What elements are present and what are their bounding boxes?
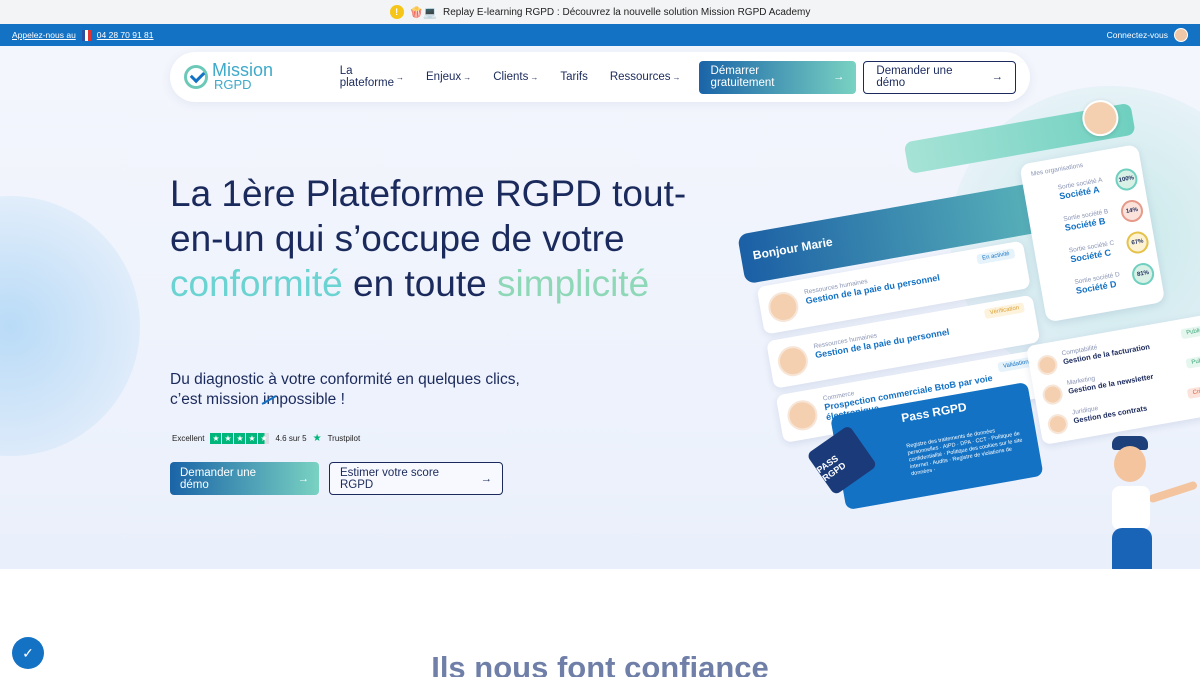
nav-item-enjeux[interactable]: Enjeux → bbox=[426, 71, 471, 83]
contact-bar: Appelez-nous au 04 28 70 91 81 Connectez… bbox=[0, 24, 1200, 46]
arrow-right-icon: → bbox=[396, 72, 405, 82]
nav-item-plateforme[interactable]: La plateforme → bbox=[340, 65, 404, 89]
nav-item-ressources[interactable]: Ressources → bbox=[610, 71, 681, 83]
nav-menu: La plateforme → Enjeux → Clients → Tarifs R… bbox=[340, 65, 681, 89]
login-label[interactable]: Connectez-vous bbox=[1107, 30, 1168, 40]
hero-title: La 1ère Plateforme RGPD tout-en-un qui s… bbox=[170, 173, 687, 304]
trusted-by-title: Ils nous font confiance bbox=[431, 650, 769, 677]
estimate-score-button[interactable]: Estimer votre score RGPD → bbox=[329, 462, 503, 495]
decor-blob-left bbox=[0, 196, 140, 456]
announcement-text[interactable]: Replay E-learning RGPD : Découvrez la no… bbox=[443, 7, 810, 18]
nav-item-tarifs[interactable]: Tarifs bbox=[560, 71, 587, 83]
person-avatar-icon bbox=[1035, 353, 1060, 377]
hero-subtitle: Du diagnostic à votre conformité en quel… bbox=[170, 371, 520, 408]
phone-link[interactable]: Appelez-nous au 04 28 70 91 81 bbox=[12, 29, 154, 41]
organizations-panel: Mes organisations Sortie société A Sociét… bbox=[1019, 144, 1166, 323]
request-demo-button[interactable]: Demander une démo → bbox=[863, 60, 1016, 94]
login-link[interactable]: Connectez-vous bbox=[1107, 28, 1188, 42]
arrow-right-icon: → bbox=[297, 472, 310, 485]
logo-text-rgpd: RGPD bbox=[214, 77, 252, 93]
logo-check-icon bbox=[184, 65, 208, 89]
person-avatar-icon bbox=[775, 343, 811, 379]
trustpilot-rating[interactable]: Excellent ★ ★ ★ ★ ★ 4.6 sur 5 ★ Trustpilot bbox=[172, 433, 360, 444]
arrow-right-icon: → bbox=[672, 72, 681, 82]
phone-number[interactable]: 04 28 70 91 81 bbox=[97, 30, 154, 40]
rating-stars-icon: ★ ★ ★ ★ ★ bbox=[210, 433, 270, 444]
logo[interactable]: Mission RGPD bbox=[184, 61, 336, 93]
person-avatar-icon bbox=[1046, 412, 1070, 436]
trustpilot-star-icon: ★ bbox=[312, 433, 322, 444]
nav-item-clients[interactable]: Clients → bbox=[493, 71, 538, 83]
person-avatar-icon bbox=[1041, 382, 1065, 407]
small-tasks-card: Comptabilité Gestion de la facturation Ma… bbox=[1025, 313, 1200, 445]
pilot-character-illustration bbox=[1098, 436, 1200, 569]
main-nav: Mission RGPD La plateforme → Enjeux → Clie… bbox=[170, 52, 1030, 102]
start-free-button[interactable]: Démarrer gratuitement → bbox=[698, 60, 857, 94]
person-avatar-icon bbox=[785, 397, 820, 433]
arrow-right-icon: → bbox=[530, 72, 539, 82]
alert-icon: ! bbox=[389, 5, 404, 19]
arrow-right-icon: → bbox=[832, 71, 845, 83]
announcement-bar[interactable]: ! 🍿💻 Replay E-learning RGPD : Découvrez … bbox=[0, 0, 1200, 24]
hero-section: Mission RGPD La plateforme → Enjeux → Clie… bbox=[0, 46, 1200, 569]
arrow-right-icon: → bbox=[480, 472, 493, 485]
arrow-right-icon: → bbox=[991, 71, 1004, 83]
check-chat-icon: ✓ bbox=[22, 644, 34, 661]
hero-demo-button[interactable]: Demander une démo → bbox=[170, 462, 319, 495]
person-avatar-icon bbox=[765, 289, 801, 325]
france-flag-icon bbox=[81, 29, 91, 41]
arrow-right-icon: → bbox=[463, 72, 472, 82]
chat-widget-button[interactable]: ✓ bbox=[12, 637, 44, 669]
call-label: Appelez-nous au bbox=[12, 30, 76, 40]
user-avatar-icon[interactable] bbox=[1174, 28, 1188, 42]
popcorn-laptop-icon: 🍿💻 bbox=[409, 6, 437, 19]
